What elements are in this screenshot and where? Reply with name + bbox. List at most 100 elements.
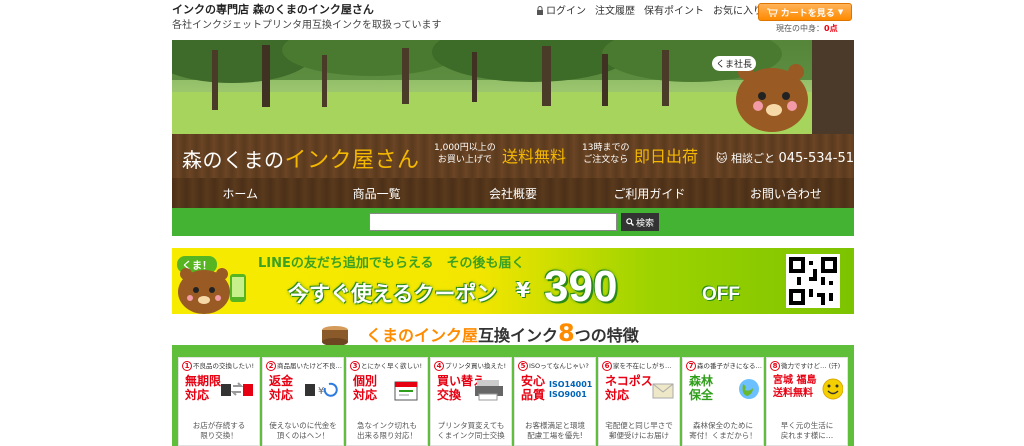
login-label: ログイン xyxy=(546,6,586,17)
coupon-off: OFF xyxy=(702,284,740,305)
feature-number: 6 xyxy=(602,361,612,371)
feature-card-7[interactable]: 7 森の番子がきになる… 森林 保全 森林保全のために 寄付！くまだから！ xyxy=(682,357,764,446)
feature-headline: 森林 保全 xyxy=(689,374,714,402)
feature-headline: 無期限 対応 xyxy=(185,374,222,402)
free-shipping: 送料無料 xyxy=(502,147,567,166)
nav-contact[interactable]: お問い合わせ xyxy=(718,178,854,208)
login-link[interactable]: ログイン xyxy=(536,2,586,17)
free-ship-note: 1,000円以上の お買い上げで xyxy=(434,142,496,166)
same-day-note: 13時までの ご注文なら xyxy=(582,142,629,166)
site-logo[interactable]: 森のくまのインク屋さん xyxy=(182,142,420,174)
search-input[interactable] xyxy=(369,213,617,231)
same-day-shipping: 即日出荷 xyxy=(634,147,699,166)
shop-title[interactable]: インクの専門店 森のくまのインク屋さん xyxy=(172,1,374,17)
feature-caption: 6 家を不在にしがち… xyxy=(602,360,672,371)
bear-with-phone-icon xyxy=(178,268,246,314)
feature-number: 4 xyxy=(434,361,444,371)
features-title-part3: つの特徴 xyxy=(574,326,639,345)
search-icon xyxy=(626,218,634,226)
feature-description: 急なインク切れも 出来る限り対応！ xyxy=(357,421,417,440)
iso-badge: ISO14001 ISO9001 xyxy=(549,380,593,399)
feature-number: 3 xyxy=(350,361,360,371)
forest-illustration xyxy=(172,40,854,134)
feature-number: 1 xyxy=(182,361,192,371)
feature-card-4[interactable]: 4 プリンタ買い換えた! 買い替え 交換 プリンタ買変えても くまインク同士交換 xyxy=(430,357,512,446)
qr-code-icon xyxy=(786,254,840,308)
feature-description: 宅配便と同じ早さで 郵便受けにお届け xyxy=(605,421,673,440)
feature-caption-text: 微力ですけど… (汗) xyxy=(781,362,841,370)
feature-description: お店が存続する 限り交換！ xyxy=(192,421,246,440)
favorites-link[interactable]: お気に入り xyxy=(713,2,763,17)
printer-icon xyxy=(475,380,503,401)
search-button[interactable]: 検索 xyxy=(621,213,659,231)
feature-number: 5 xyxy=(518,361,528,371)
feature-card-1[interactable]: 1 不良品の交換したい! 無期限 対応 お店が存続する 限り交換！ xyxy=(178,357,260,446)
free-ship-note-line2: お買い上げで xyxy=(437,155,492,165)
search-bar: 検索 xyxy=(172,208,854,236)
earth-icon xyxy=(739,379,759,399)
feature-description: プリンタ買変えても くまインク同士交換 xyxy=(437,421,505,440)
yen-symbol: ¥ xyxy=(516,278,530,302)
feature-number: 7 xyxy=(686,361,696,371)
features-title-part1: くまのインク屋 xyxy=(366,326,479,345)
features-title-number: 8 xyxy=(558,319,575,347)
nav-products[interactable]: 商品一覧 xyxy=(308,178,444,208)
cart-status: 現在の中身：0点 xyxy=(776,23,838,34)
coupon-text: 今すぐ使えるクーポン xyxy=(288,282,498,306)
feature-card-2[interactable]: 2 商品届いたけど不良… 返金 対応 ¥ 使えないのに代金を 頂くのはヘン！ xyxy=(262,357,344,446)
view-cart-button[interactable]: カートを見る ▼ xyxy=(758,3,852,21)
logo-prefix: 森のくまの xyxy=(182,148,285,172)
feature-card-8[interactable]: 8 微力ですけど… (汗) 宮城 福島 送料無料 早く元の生活に 戻れます様に… xyxy=(766,357,848,446)
cart-status-label: 現在の中身： xyxy=(776,24,824,33)
free-ship-note-line1: 1,000円以上の xyxy=(434,143,496,153)
calendar-icon xyxy=(394,381,418,401)
line-headline: LINEの友だち追加でもらえる その後も届く xyxy=(258,256,525,271)
feature-card-3[interactable]: 3 とにかく早く欲しい! 個別 対応 急なインク切れも 出来る限り対応！ xyxy=(346,357,428,446)
points-link[interactable]: 保有ポイント xyxy=(644,2,704,17)
cart-status-value: 0点 xyxy=(824,24,838,33)
feature-caption-text: とにかく早く欲しい! xyxy=(361,362,423,370)
phone-label: 相談ごと xyxy=(730,152,775,165)
refund-icon: ¥ xyxy=(305,382,338,397)
feature-caption-text: 森の番子がきになる… xyxy=(697,362,762,370)
line-coupon-banner[interactable]: くま！ LINEの友だち追加でもらえる その後も届く 今すぐ使えるクーポン ¥ … xyxy=(172,248,854,314)
feature-number: 2 xyxy=(266,361,276,371)
feature-caption: 4 プリンタ買い換えた! xyxy=(434,360,506,371)
view-cart-label: カートを見る xyxy=(780,8,835,19)
nav-company[interactable]: 会社概要 xyxy=(445,178,581,208)
hero-banner: くま社長 xyxy=(172,40,854,134)
feature-description: お客様満足と環境 配慮工場を優先! xyxy=(525,421,585,440)
feature-card-5[interactable]: 5 ISOってなんじゃい? 安心 品質 ISO14001 ISO9001 お客様満… xyxy=(514,357,596,446)
phone-contact: 🐱 相談ごと 045-534-5135 xyxy=(716,150,871,166)
cat-icon: 🐱 xyxy=(716,152,728,165)
feature-caption: 2 商品届いたけど不良… xyxy=(266,360,342,371)
feature-caption: 1 不良品の交換したい! xyxy=(182,360,254,371)
logo-highlight: インク屋さん xyxy=(284,148,420,173)
stump-icon xyxy=(322,326,348,346)
shop-subtitle: 各社インクジェットプリンタ用互換インクを取扱っています xyxy=(172,20,442,31)
feature-caption-text: ISOってなんじゃい? xyxy=(529,362,589,370)
nav-home[interactable]: ホーム xyxy=(172,178,308,208)
feature-card-6[interactable]: 6 家を不在にしがち… ネコポス 対応 宅配便と同じ早さで 郵便受けにお届け xyxy=(598,357,680,446)
phone-number: 045-534-5135 xyxy=(778,151,871,166)
features-heading: くまのインク屋互換インク8つの特徴 xyxy=(172,320,854,348)
mascot-label: くま社長 xyxy=(712,56,757,71)
feature-caption-text: プリンタ買い換えた! xyxy=(445,362,507,370)
search-button-label: 検索 xyxy=(635,218,654,229)
feature-number: 8 xyxy=(770,361,780,371)
feature-headline: 返金 対応 xyxy=(269,374,294,402)
chevron-down-icon: ▼ xyxy=(837,8,844,16)
feature-caption: 5 ISOってなんじゃい? xyxy=(518,360,589,371)
nav-guide[interactable]: ご利用ガイド xyxy=(581,178,717,208)
order-history-link[interactable]: 注文履歴 xyxy=(595,2,635,17)
mail-icon xyxy=(652,383,674,399)
feature-caption: 3 とにかく早く欲しい! xyxy=(350,360,422,371)
feature-description: 森林保全のために 寄付！くまだから！ xyxy=(689,421,757,440)
top-bar: インクの専門店 森のくまのインク屋さん 各社インクジェットプリンタ用互換インクを… xyxy=(0,0,1024,40)
smiley-icon xyxy=(822,378,843,400)
exchange-icon xyxy=(221,382,253,396)
same-day-note-line1: 13時までの xyxy=(582,143,630,153)
feature-caption-text: 家を不在にしがち… xyxy=(613,362,672,370)
same-day-note-line2: ご注文なら xyxy=(583,155,629,165)
lock-icon xyxy=(537,6,543,15)
